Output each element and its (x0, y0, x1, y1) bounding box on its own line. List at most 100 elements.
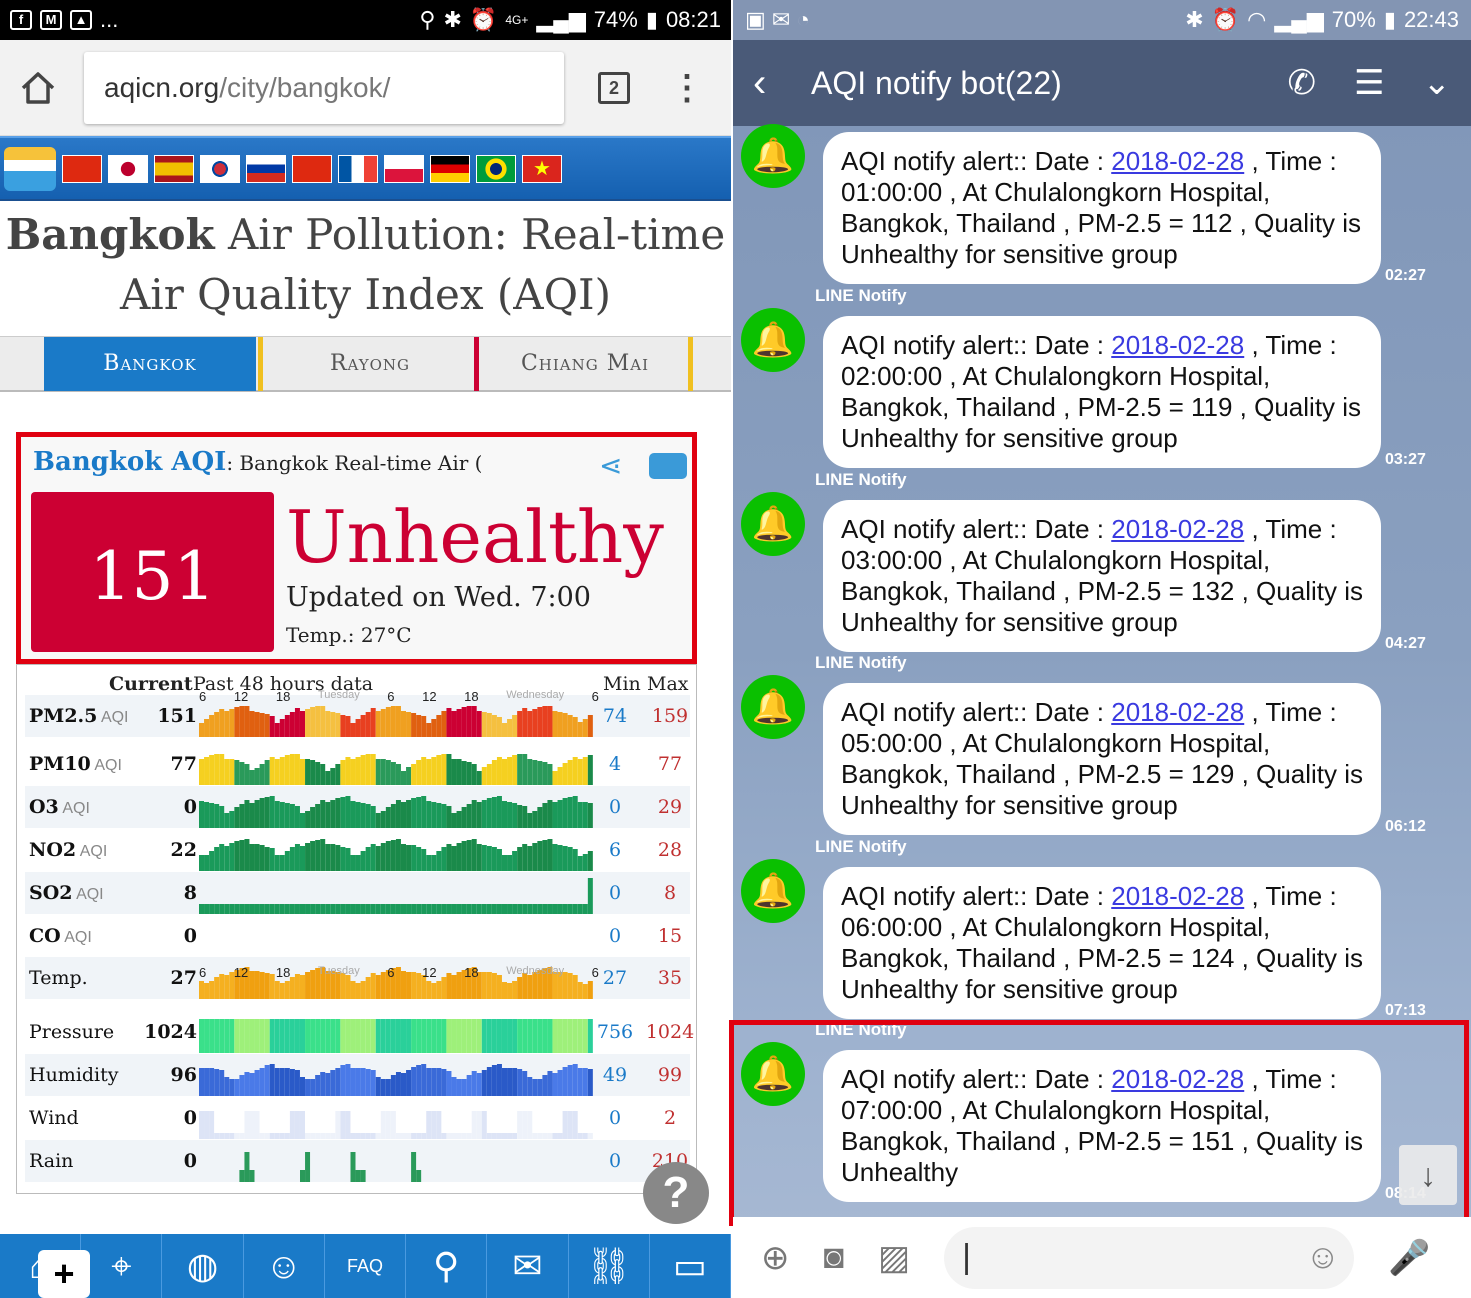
sparkline-bar (577, 759, 583, 785)
home-icon[interactable] (18, 68, 58, 108)
plus-icon[interactable]: + (38, 1250, 90, 1298)
date-link[interactable]: 2018-02-28 (1111, 146, 1244, 176)
sparkline-bar (294, 844, 300, 871)
sparkline-bar (421, 757, 427, 785)
globe-nav-icon[interactable]: ◍ (162, 1234, 244, 1298)
sparkline-bar (436, 803, 442, 828)
sparkline-bar (279, 802, 285, 828)
sparkline-bar (486, 1019, 492, 1053)
sparkline-bar (355, 1133, 361, 1139)
chevron-down-icon[interactable]: ⌄ (1423, 63, 1452, 103)
bell-icon[interactable]: 🔔 (741, 859, 805, 923)
mask-nav-icon[interactable]: ☺ (244, 1234, 325, 1298)
sparkline-bar (532, 811, 538, 828)
camera-icon[interactable]: ◙ (824, 1238, 845, 1277)
site-logo[interactable] (4, 146, 56, 191)
sparkline-bar (335, 798, 341, 828)
sparkline-bar (279, 757, 285, 785)
photo-icon[interactable]: ▨ (878, 1238, 910, 1278)
flag-hongkong[interactable] (292, 154, 332, 183)
microphone-icon[interactable]: 🎤 (1388, 1238, 1430, 1278)
sparkline-bar (517, 711, 523, 737)
message-bubble[interactable]: AQI notify alert:: Date : 2018-02-28 , T… (823, 867, 1381, 1019)
flag-china[interactable] (62, 154, 102, 183)
overflow-menu-icon[interactable]: ⋮ (670, 71, 704, 105)
share-icon[interactable]: ⋖ (599, 449, 622, 482)
message-bubble[interactable]: AQI notify alert:: Date : 2018-02-28 , T… (823, 132, 1381, 284)
date-link[interactable]: 2018-02-28 (1111, 697, 1244, 727)
sparkline-bar (345, 848, 351, 871)
tab-rayong[interactable]: Rayong (268, 337, 472, 391)
sparkline-bar (431, 719, 437, 737)
tab-switcher-button[interactable]: 2 (598, 71, 630, 104)
bell-icon[interactable]: 🔔 (741, 124, 805, 188)
notes-icon[interactable]: ☰ (1354, 63, 1384, 103)
row-min: 27 (602, 967, 628, 989)
help-button[interactable]: ? (643, 1162, 709, 1224)
widget-nav-icon[interactable]: ▭ (650, 1234, 731, 1298)
scroll-down-icon[interactable]: ↓ (1399, 1145, 1457, 1205)
history-sparkline (199, 796, 593, 828)
sparkline-bar (441, 754, 447, 785)
sparkline-bar (350, 904, 356, 914)
sparkline-bar (542, 1133, 548, 1139)
row-current: 77 (170, 753, 197, 775)
sparkline-bar (411, 845, 417, 871)
message-bubble[interactable]: AQI notify alert:: Date : 2018-02-28 , T… (823, 683, 1381, 835)
bell-icon[interactable]: 🔔 (741, 675, 805, 739)
phone-icon[interactable]: ✆ (1288, 63, 1317, 103)
sparkline-bar (542, 803, 548, 828)
bell-icon[interactable]: 🔔 (741, 492, 805, 556)
flag-spain[interactable] (154, 154, 194, 183)
emoji-icon[interactable]: ☺ (1305, 1238, 1340, 1277)
sparkline-bar (244, 800, 250, 828)
sparkline-bar (244, 1111, 250, 1139)
message-bubble[interactable]: AQI notify alert:: Date : 2018-02-28 , T… (823, 316, 1381, 468)
flag-poland[interactable] (384, 154, 424, 183)
flag-korea[interactable] (200, 154, 240, 183)
message-bubble[interactable]: AQI notify alert:: Date : 2018-02-28 , T… (823, 500, 1381, 652)
sparkline-bar (582, 719, 588, 737)
time-ticks: 6 12 18 Tuesday 6 12 18 Wednesday 6 (199, 689, 599, 704)
sparkline-bar (567, 847, 573, 871)
sparkline-bar (204, 757, 210, 785)
flag-france[interactable] (338, 154, 378, 183)
date-link[interactable]: 2018-02-28 (1111, 330, 1244, 360)
search-nav-icon[interactable]: ⚲ (406, 1234, 488, 1298)
contact-nav-icon[interactable]: ✉ (487, 1234, 569, 1298)
tab-bangkok[interactable]: Bangkok (44, 337, 256, 391)
flag-germany[interactable] (430, 154, 470, 183)
link-nav-icon[interactable]: ⛓ (569, 1234, 650, 1298)
date-link[interactable]: 2018-02-28 (1111, 881, 1244, 911)
location-nav-icon[interactable]: ⌖ (81, 1234, 163, 1298)
sparkline-bar (587, 1133, 593, 1139)
back-arrow-icon[interactable]: ‹ (753, 61, 811, 106)
plus-circle-icon[interactable]: ⊕ (761, 1238, 790, 1278)
message-time: 02:27 (1385, 267, 1426, 284)
sparkline-bar (360, 715, 366, 737)
faq-nav-icon[interactable]: FAQ (325, 1234, 407, 1298)
message-input[interactable]: | ☺ (944, 1226, 1355, 1289)
sparkline-bar (325, 1019, 331, 1053)
table-row: O3 AQI 0 0 29 (25, 786, 690, 828)
flag-brazil[interactable] (476, 154, 516, 183)
sparkline-bar (380, 1019, 386, 1053)
sparkline-bar (421, 716, 427, 737)
sparkline-bar (234, 807, 240, 828)
flag-russia[interactable] (246, 154, 286, 183)
date-link[interactable]: 2018-02-28 (1111, 514, 1244, 544)
sparkline-bar (315, 1075, 321, 1096)
flag-japan[interactable] (108, 154, 148, 183)
sparkline-bar (456, 709, 462, 737)
history-sparkline (199, 1064, 593, 1096)
sparkline-bar (239, 1075, 245, 1096)
sparkline-bar (517, 754, 523, 785)
sparkline-bar (310, 760, 316, 785)
widget-icon[interactable] (649, 453, 687, 479)
history-sparkline (199, 1019, 593, 1053)
sparkline-bar (300, 1170, 305, 1182)
bell-icon[interactable]: 🔔 (741, 308, 805, 372)
tab-chiang-mai[interactable]: Chiang Mai (484, 337, 686, 391)
flag-vietnam[interactable]: ★ (522, 154, 562, 183)
url-field[interactable]: aqicn.org/city/bangkok/ (84, 51, 564, 124)
